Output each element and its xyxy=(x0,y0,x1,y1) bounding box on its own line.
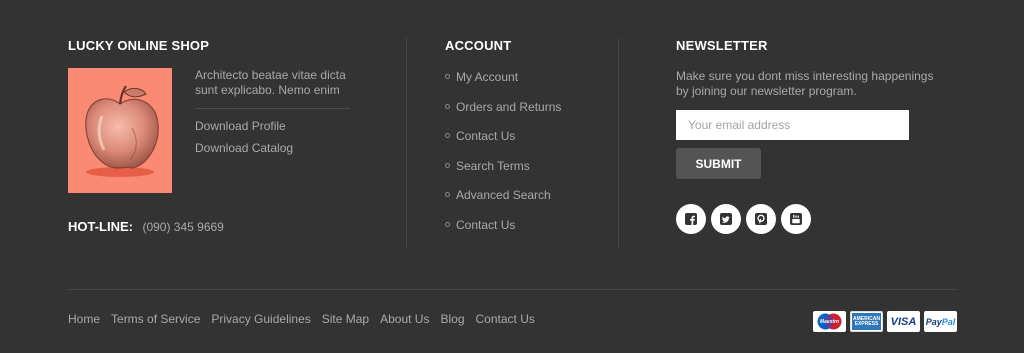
bullet-icon xyxy=(445,103,450,109)
paypal-label-1: Pay xyxy=(925,316,942,327)
contact-us-link-2[interactable]: Contact Us xyxy=(456,218,515,232)
list-item: Advanced Search xyxy=(445,187,605,217)
hotline: HOT-LINE: (090) 345 9669 xyxy=(68,218,224,236)
column-divider xyxy=(618,38,619,249)
shop-info: Architecto beatae vitae dicta sunt expli… xyxy=(195,68,350,163)
payment-methods: Maestro AMERICAN EXPRESS VISA Pay Pal xyxy=(813,311,957,332)
blog-link[interactable]: Blog xyxy=(440,312,464,326)
shop-description: Architecto beatae vitae dicta sunt expli… xyxy=(195,68,346,97)
paypal-icon: Pay Pal xyxy=(924,311,957,332)
contact-us-link[interactable]: Contact Us xyxy=(456,129,515,143)
my-account-link[interactable]: My Account xyxy=(456,70,518,84)
account-links: My Account Orders and Returns Contact Us… xyxy=(445,69,605,247)
youtube-icon xyxy=(790,213,802,225)
email-field[interactable] xyxy=(676,110,909,140)
list-item: Contact Us xyxy=(445,128,605,158)
download-catalog-link[interactable]: Download Catalog xyxy=(195,141,350,156)
list-item: Contact Us xyxy=(445,217,605,247)
download-profile-link[interactable]: Download Profile xyxy=(195,119,350,134)
about-us-link[interactable]: About Us xyxy=(380,312,429,326)
bottom-nav: Home Terms of Service Privacy Guidelines… xyxy=(68,312,535,326)
newsletter-description: Make sure you dont miss interesting happ… xyxy=(676,69,934,98)
bullet-icon xyxy=(445,192,450,198)
paypal-label-2: Pal xyxy=(941,316,956,327)
bullet-icon xyxy=(445,74,450,79)
facebook-button[interactable] xyxy=(676,204,706,234)
bullet-icon xyxy=(445,221,450,227)
account-column: ACCOUNT My Account Orders and Returns Co… xyxy=(445,38,605,247)
maestro-label: Maestro xyxy=(819,319,840,325)
youtube-button[interactable] xyxy=(781,204,811,234)
twitter-icon xyxy=(720,213,732,225)
amex-bottom-label: EXPRESS xyxy=(854,320,879,327)
pinterest-icon xyxy=(755,213,767,225)
contact-us-footer-link[interactable]: Contact Us xyxy=(476,312,535,326)
orders-returns-link[interactable]: Orders and Returns xyxy=(456,100,561,114)
home-link[interactable]: Home xyxy=(68,312,100,326)
privacy-link[interactable]: Privacy Guidelines xyxy=(211,312,310,326)
list-item: Search Terms xyxy=(445,158,605,188)
hotline-label: HOT-LINE: xyxy=(68,219,133,234)
newsletter-title: NEWSLETTER xyxy=(676,38,768,53)
shop-image xyxy=(68,68,172,193)
submit-button[interactable]: SUBMIT xyxy=(676,148,761,179)
pinterest-button[interactable] xyxy=(746,204,776,234)
bullet-icon xyxy=(445,133,450,139)
facebook-icon xyxy=(685,213,697,225)
advanced-search-link[interactable]: Advanced Search xyxy=(456,188,551,202)
shop-divider xyxy=(195,108,350,109)
hotline-number: (090) 345 9669 xyxy=(142,220,224,234)
shop-title: LUCKY ONLINE SHOP xyxy=(68,38,210,53)
newsletter-column: NEWSLETTER Make sure you dont miss inter… xyxy=(676,38,958,234)
apple-image-icon xyxy=(85,85,159,177)
visa-label: VISA xyxy=(890,315,917,328)
column-divider xyxy=(406,38,407,249)
list-item: Orders and Returns xyxy=(445,99,605,129)
social-links xyxy=(676,204,811,234)
footer-divider xyxy=(68,289,958,290)
bullet-icon xyxy=(445,162,450,168)
maestro-icon: Maestro xyxy=(813,311,846,332)
site-map-link[interactable]: Site Map xyxy=(322,312,369,326)
account-title: ACCOUNT xyxy=(445,38,512,53)
terms-link[interactable]: Terms of Service xyxy=(111,312,200,326)
twitter-button[interactable] xyxy=(711,204,741,234)
shop-column: LUCKY ONLINE SHOP Architecto beatae vita… xyxy=(68,38,350,234)
site-footer: LUCKY ONLINE SHOP Architecto beatae vita… xyxy=(0,0,1024,353)
list-item: My Account xyxy=(445,69,605,99)
amex-icon: AMERICAN EXPRESS xyxy=(850,311,883,332)
search-terms-link[interactable]: Search Terms xyxy=(456,159,530,173)
visa-icon: VISA xyxy=(887,311,920,332)
